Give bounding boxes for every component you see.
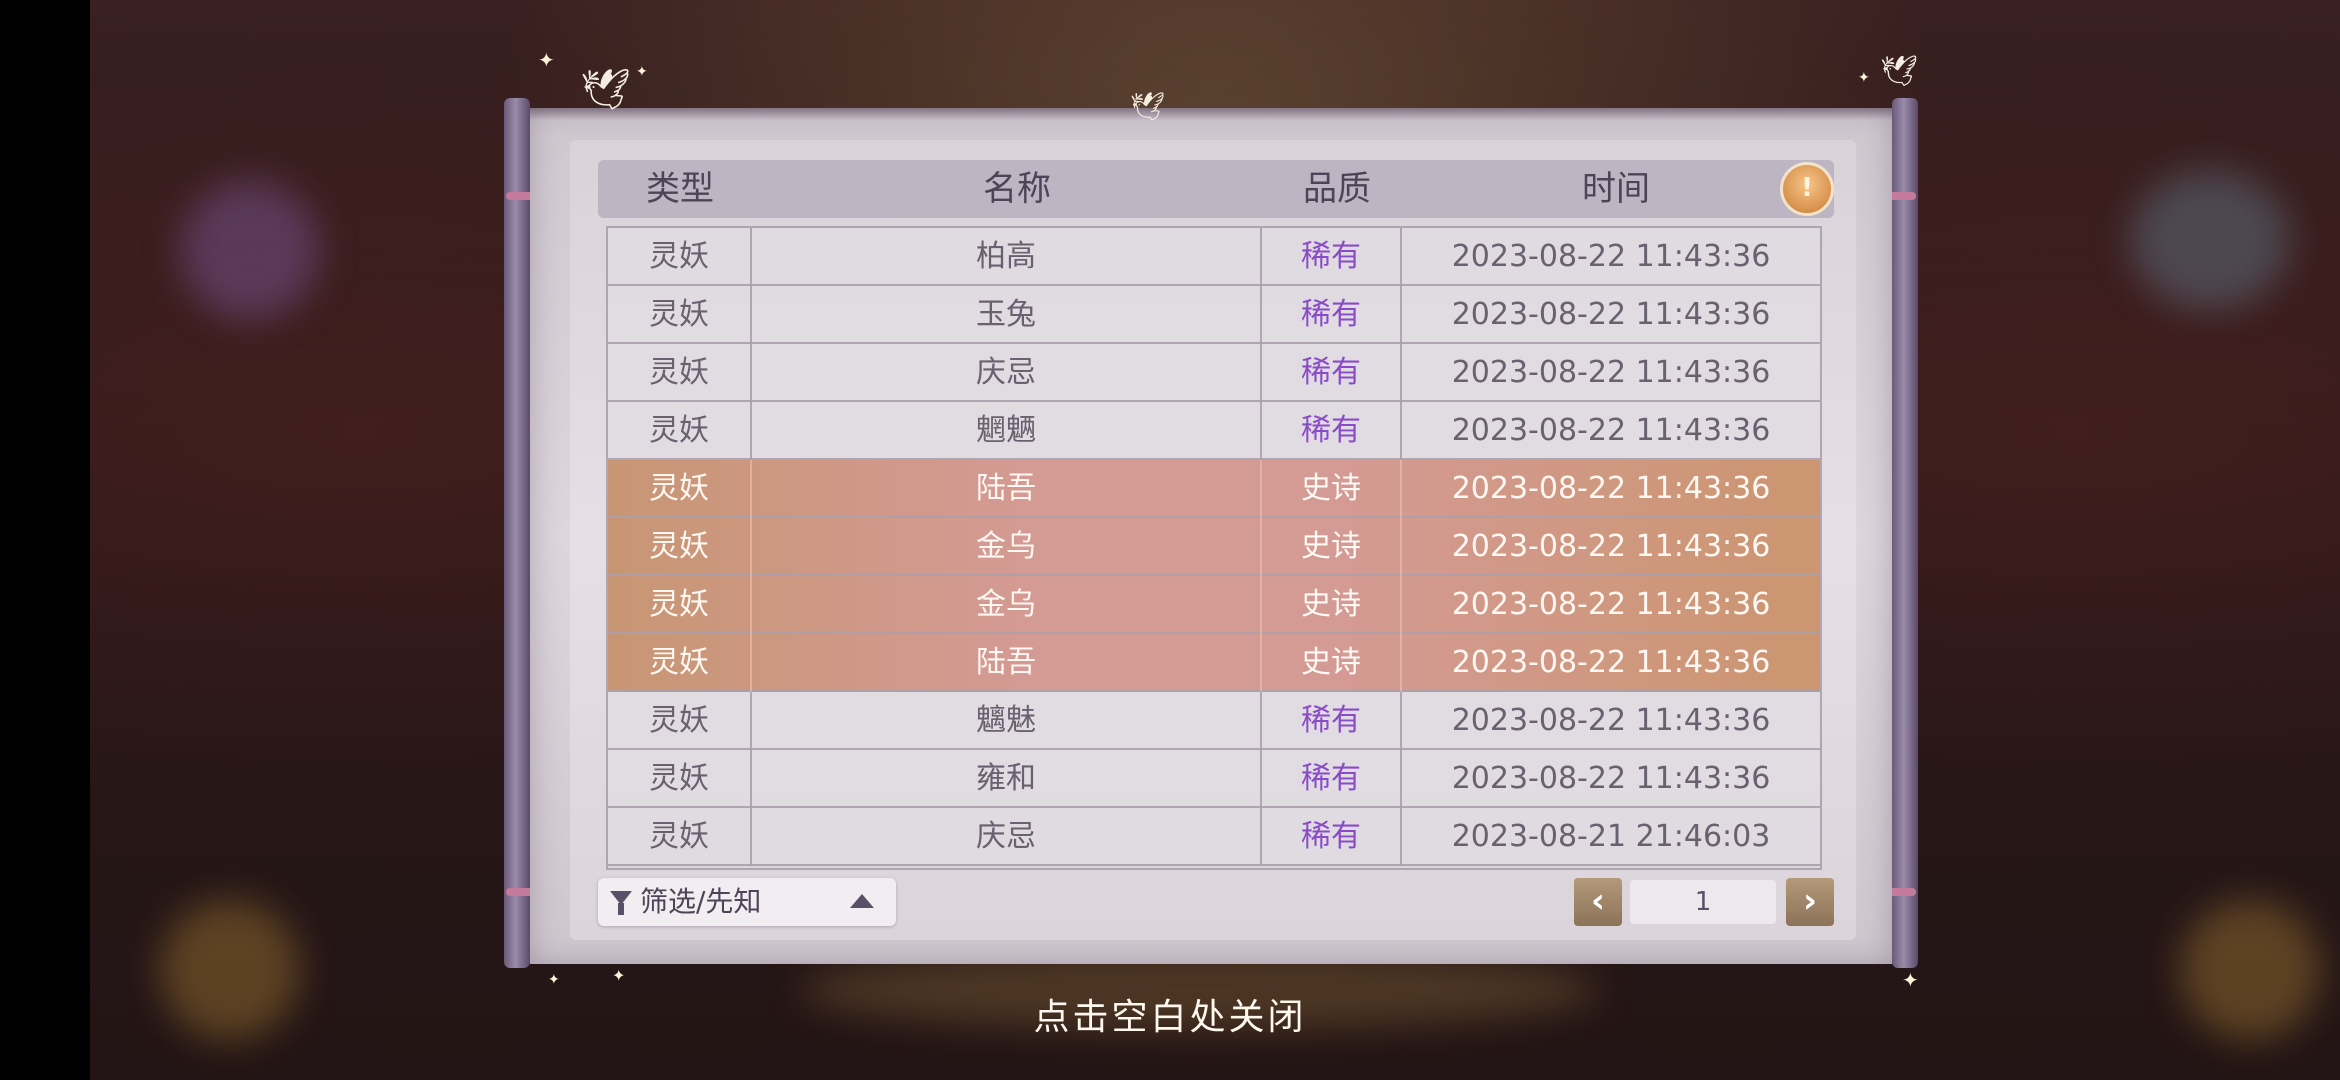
table-row: 灵妖 陆吾 史诗 2023-08-22 11:43:36 [608,460,1820,518]
cell-name: 雍和 [752,750,1262,808]
cell-quality: 稀有 [1262,286,1402,344]
sparkle-ornament: ✦ [1858,70,1870,86]
cell-time: 2023-08-22 11:43:36 [1451,703,1771,738]
sparkle-ornament: ✦ [612,966,626,985]
cell-type: 灵妖 [608,692,752,750]
page-number: 1 [1630,880,1776,924]
filter-dropdown-button[interactable]: 筛选/先知 [598,878,896,926]
cell-type: 灵妖 [608,228,752,286]
cell-time: 2023-08-21 21:46:03 [1451,819,1771,854]
cell-time: 2023-08-22 11:43:36 [1451,645,1771,680]
prev-page-button[interactable]: ‹ [1574,878,1622,926]
table-row: 灵妖 庆忌 稀有 2023-08-21 21:46:03 [608,808,1820,866]
tap-blank-to-close-hint: 点击空白处关闭 [1033,997,1307,1038]
cell-quality: 稀有 [1262,808,1402,866]
cell-type: 灵妖 [608,402,752,460]
table-row: 灵妖 玉兔 稀有 2023-08-22 11:43:36 [608,286,1820,344]
table-row: 灵妖 金乌 史诗 2023-08-22 11:43:36 [608,518,1820,576]
table-row: 灵妖 柏高 稀有 2023-08-22 11:43:36 [608,228,1820,286]
cell-name: 魑魅 [752,692,1262,750]
cell-quality: 史诗 [1262,634,1402,692]
cell-time: 2023-08-22 11:43:36 [1451,413,1771,448]
cell-name: 庆忌 [752,344,1262,402]
swallow-ornament: 🕊 [1880,54,1919,89]
table-row: 灵妖 魍魉 稀有 2023-08-22 11:43:36 [608,402,1820,460]
table-row: 灵妖 陆吾 史诗 2023-08-22 11:43:36 [608,634,1820,692]
cell-type: 灵妖 [608,286,752,344]
cell-time: 2023-08-22 11:43:36 [1451,471,1771,506]
filter-label: 筛选/先知 [640,885,762,918]
scroll-rod-right [1892,98,1918,968]
cell-time: 2023-08-22 11:43:36 [1451,239,1771,274]
cell-type: 灵妖 [608,808,752,866]
table-row: 灵妖 金乌 史诗 2023-08-22 11:43:36 [608,576,1820,634]
cell-name: 魍魉 [752,402,1262,460]
header-name: 名称 [983,169,1051,209]
cell-type: 灵妖 [608,634,752,692]
table-row: 灵妖 魑魅 稀有 2023-08-22 11:43:36 [608,692,1820,750]
cell-name: 金乌 [752,518,1262,576]
cell-quality: 稀有 [1262,228,1402,286]
cell-type: 灵妖 [608,460,752,518]
cell-type: 灵妖 [608,576,752,634]
table-row: 灵妖 雍和 稀有 2023-08-22 11:43:36 [608,750,1820,808]
chevron-right-icon: › [1802,881,1817,921]
cell-quality: 稀有 [1262,692,1402,750]
cell-name: 庆忌 [752,808,1262,866]
filter-icon [610,891,632,915]
swallow-ornament: 🕊 [1130,90,1166,123]
table-row: 灵妖 庆忌 稀有 2023-08-22 11:43:36 [608,344,1820,402]
cell-quality: 史诗 [1262,518,1402,576]
cell-name: 柏高 [752,228,1262,286]
cell-type: 灵妖 [608,344,752,402]
cell-time: 2023-08-22 11:43:36 [1451,529,1771,564]
cell-name: 陆吾 [752,460,1262,518]
cell-time: 2023-08-22 11:43:36 [1451,761,1771,796]
cell-quality: 史诗 [1262,576,1402,634]
header-quality: 品质 [1303,169,1371,209]
lightbulb-icon: ! [1801,173,1813,203]
chevron-up-icon [850,894,874,908]
cell-name: 金乌 [752,576,1262,634]
cell-type: 灵妖 [608,518,752,576]
cell-time: 2023-08-22 11:43:36 [1451,587,1771,622]
background-decoration [2130,170,2290,310]
cell-name: 玉兔 [752,286,1262,344]
tip-button[interactable]: ! [1780,162,1834,216]
chevron-left-icon: ‹ [1590,881,1605,921]
cell-quality: 史诗 [1262,460,1402,518]
cell-time: 2023-08-22 11:43:36 [1451,297,1771,332]
header-time: 时间 [1582,169,1650,209]
background-decoration [180,180,320,320]
sparkle-ornament: ✦ [1902,968,1919,992]
scroll-top-edge [530,108,1892,120]
sparkle-ornament: ✦ [538,48,555,72]
next-page-button[interactable]: › [1786,878,1834,926]
sparkle-ornament: ✦ [636,64,648,80]
cell-time: 2023-08-22 11:43:36 [1451,355,1771,390]
cell-quality: 稀有 [1262,344,1402,402]
cell-name: 陆吾 [752,634,1262,692]
cell-quality: 稀有 [1262,402,1402,460]
scroll-rod-left [504,98,530,968]
cell-type: 灵妖 [608,750,752,808]
cell-quality: 稀有 [1262,750,1402,808]
sparkle-ornament: ✦ [548,972,560,988]
swallow-ornament: 🕊 [580,67,631,113]
header-type: 类型 [646,169,714,209]
